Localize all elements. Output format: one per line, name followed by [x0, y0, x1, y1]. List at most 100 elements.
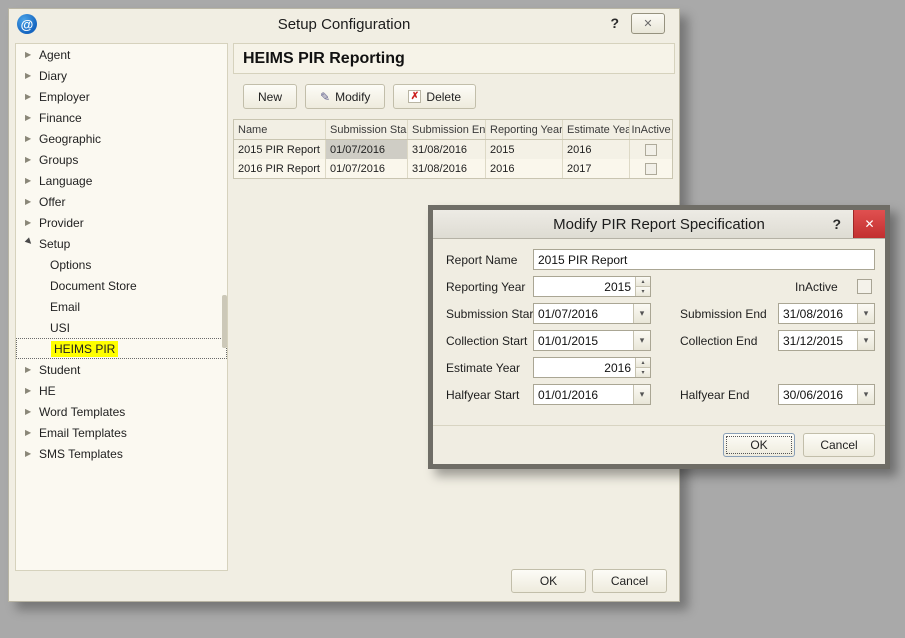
modify-button[interactable]: ✎Modify: [305, 84, 385, 109]
sidebar-item-word-templates[interactable]: ▶Word Templates: [16, 401, 227, 422]
dialog-close-button[interactable]: ✕: [853, 210, 885, 238]
grid-header-row: Name Submission Start Submission End Rep…: [234, 120, 672, 140]
halfyear-end-input[interactable]: [779, 385, 857, 404]
sidebar-item-student[interactable]: ▶Student: [16, 359, 227, 380]
cell-name[interactable]: 2015 PIR Report: [234, 140, 326, 159]
sidebar-item-sms-templates[interactable]: ▶SMS Templates: [16, 443, 227, 464]
cell-estimate-year[interactable]: 2017: [563, 159, 630, 178]
estimate-year-input[interactable]: [534, 358, 635, 377]
column-header-submission-end[interactable]: Submission End: [408, 120, 486, 139]
sidebar-item-options[interactable]: Options: [16, 254, 227, 275]
chevron-right-icon: ▶: [25, 449, 39, 458]
chevron-right-icon: ▶: [25, 71, 39, 80]
sidebar-item-label: Email Templates: [39, 426, 127, 440]
collection-start-label: Collection Start: [446, 330, 527, 351]
sidebar-item-geographic[interactable]: ▶Geographic: [16, 128, 227, 149]
halfyear-start-input[interactable]: [534, 385, 633, 404]
inactive-checkbox[interactable]: [645, 163, 657, 175]
sidebar-item-groups[interactable]: ▶Groups: [16, 149, 227, 170]
cell-submission-start[interactable]: 01/07/2016: [326, 140, 408, 159]
chevron-down-icon[interactable]: ▾: [857, 304, 874, 323]
reporting-year-input[interactable]: [534, 277, 635, 296]
spin-up-icon[interactable]: ▴: [636, 277, 650, 287]
table-row[interactable]: 2016 PIR Report 01/07/2016 31/08/2016 20…: [234, 159, 672, 178]
sidebar-item-provider[interactable]: ▶Provider: [16, 212, 227, 233]
chevron-right-icon: ▶: [25, 197, 39, 206]
table-row[interactable]: 2015 PIR Report 01/07/2016 31/08/2016 20…: [234, 140, 672, 159]
chevron-right-icon: ▶: [25, 407, 39, 416]
halfyear-start-label: Halfyear Start: [446, 384, 519, 405]
sidebar-item-heims-pir[interactable]: HEIMS PIR: [16, 338, 227, 359]
cell-submission-end[interactable]: 31/08/2016: [408, 140, 486, 159]
cell-submission-end[interactable]: 31/08/2016: [408, 159, 486, 178]
chevron-down-icon[interactable]: ▾: [857, 331, 874, 350]
chevron-down-icon[interactable]: ▾: [633, 304, 650, 323]
sidebar-item-agent[interactable]: ▶Agent: [16, 44, 227, 65]
window-footer: OK Cancel: [511, 569, 667, 593]
halfyear-start-field-wrap: ▾: [533, 384, 651, 405]
title-bar: @ Setup Configuration ? ✕: [9, 9, 679, 39]
chevron-down-icon[interactable]: ▾: [857, 385, 874, 404]
chevron-down-icon[interactable]: ▾: [633, 331, 650, 350]
column-header-submission-start[interactable]: Submission Start: [326, 120, 408, 139]
submission-end-input[interactable]: [779, 304, 857, 323]
chevron-right-icon: ▶: [25, 386, 39, 395]
sidebar-item-employer[interactable]: ▶Employer: [16, 86, 227, 107]
submission-start-field-wrap: ▾: [533, 303, 651, 324]
sidebar-item-he[interactable]: ▶HE: [16, 380, 227, 401]
delete-icon: ✗: [408, 90, 421, 103]
window-title: Setup Configuration: [9, 16, 679, 33]
sidebar-item-usi[interactable]: USI: [16, 317, 227, 338]
sidebar-item-label: Setup: [39, 237, 70, 251]
cell-name[interactable]: 2016 PIR Report: [234, 159, 326, 178]
inactive-checkbox[interactable]: [645, 144, 657, 156]
submission-start-input[interactable]: [534, 304, 633, 323]
ok-button[interactable]: OK: [511, 569, 586, 593]
help-icon[interactable]: ?: [610, 15, 619, 31]
collection-start-field-wrap: ▾: [533, 330, 651, 351]
spin-up-icon[interactable]: ▴: [636, 358, 650, 368]
collection-start-input[interactable]: [534, 331, 633, 350]
sidebar-item-offer[interactable]: ▶Offer: [16, 191, 227, 212]
spin-down-icon[interactable]: ▾: [636, 368, 650, 377]
dialog-ok-button[interactable]: OK: [723, 433, 795, 457]
collection-end-input[interactable]: [779, 331, 857, 350]
sidebar-item-setup[interactable]: ▶Setup: [16, 233, 227, 254]
column-header-estimate-year[interactable]: Estimate Year: [563, 120, 630, 139]
sidebar-item-label: Options: [50, 258, 91, 272]
close-button[interactable]: ✕: [631, 13, 665, 34]
sidebar-scrollbar-thumb[interactable]: [222, 295, 227, 348]
column-header-reporting-year[interactable]: Reporting Year: [486, 120, 563, 139]
sidebar-item-diary[interactable]: ▶Diary: [16, 65, 227, 86]
inactive-checkbox[interactable]: [857, 279, 872, 294]
spin-down-icon[interactable]: ▾: [636, 287, 650, 296]
sidebar-item-document-store[interactable]: Document Store: [16, 275, 227, 296]
toolbar: New ✎Modify ✗Delete: [233, 84, 675, 109]
ok-button-label: OK: [750, 438, 767, 452]
cell-reporting-year[interactable]: 2015: [486, 140, 563, 159]
new-button[interactable]: New: [243, 84, 297, 109]
sidebar-item-label: Word Templates: [39, 405, 125, 419]
chevron-expanded-icon: ▶: [24, 236, 40, 252]
dialog-cancel-button[interactable]: Cancel: [803, 433, 875, 457]
sidebar-item-email-templates[interactable]: ▶Email Templates: [16, 422, 227, 443]
collection-end-label: Collection End: [680, 330, 757, 351]
sidebar-item-label: SMS Templates: [39, 447, 123, 461]
cancel-button-label: Cancel: [611, 574, 648, 588]
inactive-label: InActive: [795, 276, 838, 297]
sidebar-item-language[interactable]: ▶Language: [16, 170, 227, 191]
delete-button[interactable]: ✗Delete: [393, 84, 476, 109]
chevron-right-icon: ▶: [25, 92, 39, 101]
column-header-inactive[interactable]: InActive: [630, 120, 672, 139]
help-icon[interactable]: ?: [832, 216, 841, 232]
sidebar-item-label: Employer: [39, 90, 90, 104]
cancel-button[interactable]: Cancel: [592, 569, 667, 593]
sidebar-item-email[interactable]: Email: [16, 296, 227, 317]
sidebar-item-finance[interactable]: ▶Finance: [16, 107, 227, 128]
chevron-down-icon[interactable]: ▾: [633, 385, 650, 404]
report-name-input[interactable]: [534, 250, 874, 269]
cell-reporting-year[interactable]: 2016: [486, 159, 563, 178]
column-header-name[interactable]: Name: [234, 120, 326, 139]
cell-submission-start[interactable]: 01/07/2016: [326, 159, 408, 178]
cell-estimate-year[interactable]: 2016: [563, 140, 630, 159]
